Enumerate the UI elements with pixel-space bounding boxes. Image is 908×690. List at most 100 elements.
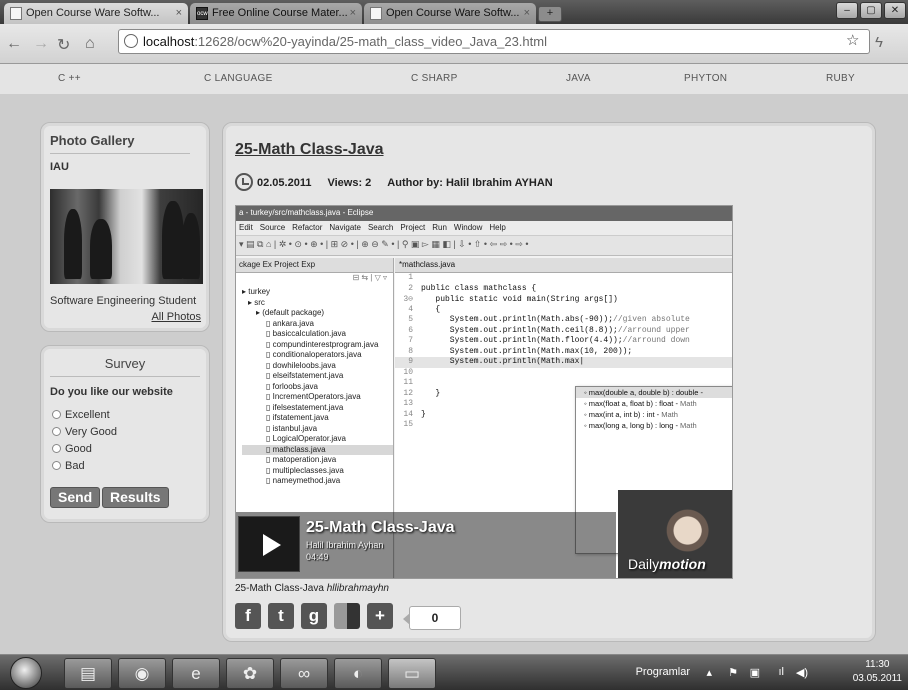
maximize-button[interactable]: ▢ [860, 2, 882, 19]
code-line: 10 [395, 368, 732, 379]
assist-suggestion[interactable]: ◦ max(double a, double b) : double - [576, 387, 732, 398]
file-tree-item: ▯ ifelsestatement.java [266, 402, 344, 412]
line-number: 3⊖ [403, 295, 413, 304]
url-path: :12628/ocw%20-yayinda/25-math_class_vide… [194, 34, 547, 49]
back-arrow-icon[interactable]: ← [6, 35, 22, 53]
windows-taskbar: ▤ ◉ e ✿ ∞ ◐ ▭ Programlar ▴ ⚑ ▣ ıl ◀) 11:… [0, 654, 908, 690]
video-author-link[interactable]: hllibrahmayhn [327, 583, 389, 594]
close-icon[interactable]: × [524, 7, 530, 19]
chrome-icon[interactable]: ◉ [118, 658, 166, 689]
close-icon[interactable]: × [350, 7, 356, 19]
ide-menu-item: Help [489, 223, 506, 232]
flag-icon[interactable]: ⚑ [728, 666, 738, 679]
browser-tab[interactable]: Open Course Ware Softw... × [364, 3, 536, 24]
nav-link-phyton[interactable]: PHYTON [684, 73, 727, 84]
code-line: 1 [395, 273, 732, 284]
file-tree-item: ▯ conditionaloperators.java [266, 350, 362, 359]
delicious-icon[interactable] [334, 603, 360, 629]
radio-button[interactable] [52, 444, 61, 453]
article-title[interactable]: 25-Math Class-Java [235, 141, 384, 159]
radio-button[interactable] [52, 427, 61, 436]
volume-icon[interactable]: ◀) [796, 666, 808, 679]
extension-icon[interactable]: ϟ [875, 34, 883, 51]
results-button[interactable]: Results [102, 487, 169, 508]
all-photos-link[interactable]: All Photos [151, 311, 201, 323]
ide-title-bar: a - turkey/src/mathclass.java - Eclipse [236, 206, 732, 221]
nav-link-ruby[interactable]: RUBY [826, 73, 855, 84]
gallery-photo[interactable] [50, 189, 203, 284]
twitter-icon[interactable]: t [268, 603, 294, 629]
chevron-up-icon[interactable]: ▴ [706, 666, 712, 679]
network-icon[interactable]: ıl [779, 666, 785, 678]
gallery-subtitle: IAU [50, 161, 69, 173]
code-text: public class mathclass { [421, 283, 537, 293]
play-icon[interactable] [238, 516, 300, 572]
file-tree-item: ▯ ankara.java [266, 318, 314, 328]
video-link[interactable]: 25-Math Class-Java [235, 583, 324, 594]
messenger-icon[interactable]: ✿ [226, 658, 274, 689]
file-tree-item: ▯ ifstatement.java [266, 413, 329, 422]
visual-studio-icon[interactable]: ∞ [280, 658, 328, 689]
code-text: System.out.println(Math.max(10, 200)); [421, 346, 633, 356]
file-tree-item: ▯ dowhileloobs.java [266, 360, 336, 370]
assist-suggestion[interactable]: ◦ max(int a, int b) : int - Math [576, 409, 732, 420]
video-overlay-title[interactable]: 25-Math Class-Java [306, 519, 455, 537]
address-bar[interactable]: localhost:12628/ocw%20-yayinda/25-math_c… [118, 29, 870, 54]
nav-link-java[interactable]: JAVA [566, 73, 591, 84]
survey-option[interactable]: Good [52, 443, 92, 455]
ide-menu-item: Source [259, 223, 286, 232]
google-plus-icon[interactable]: g [301, 603, 327, 629]
eclipse-icon[interactable]: ◐ [334, 658, 382, 689]
new-tab-button[interactable]: + [538, 6, 562, 22]
radio-button[interactable] [52, 461, 61, 470]
brand-text-bold: motion [659, 556, 706, 572]
editor-tab: *mathclass.java [395, 258, 732, 273]
dailymotion-logo[interactable]: Dailymotion [628, 556, 706, 572]
survey-option[interactable]: Excellent [52, 409, 110, 421]
nav-link-cpp[interactable]: C ++ [58, 73, 81, 84]
line-number: 8 [408, 346, 413, 356]
browser-tab[interactable]: Open Course Ware Softw... × [4, 3, 188, 24]
assist-suggestion[interactable]: ◦ max(long a, long b) : long - Math [576, 420, 732, 431]
survey-option[interactable]: Very Good [52, 426, 117, 438]
home-icon[interactable]: ⌂ [85, 35, 95, 53]
facebook-icon[interactable]: f [235, 603, 261, 629]
line-number: 14 [403, 409, 413, 419]
code-comment: //arround upper [617, 325, 690, 335]
reload-icon[interactable]: ↻ [57, 35, 70, 55]
code-line: 7 System.out.println(Math.floor(4.4));//… [395, 336, 732, 347]
device-icon[interactable]: ▣ [750, 666, 760, 679]
survey-option[interactable]: Bad [52, 460, 85, 472]
line-number: 5 [408, 315, 413, 324]
file-tree-item: ▯ matoperation.java [266, 455, 337, 464]
line-number: 11 [403, 378, 413, 387]
window-preview-icon[interactable]: ▭ [388, 658, 436, 689]
internet-explorer-icon[interactable]: e [172, 658, 220, 689]
browser-tab[interactable]: ocw Free Online Course Mater... × [190, 3, 362, 24]
explorer-icon[interactable]: ▤ [64, 658, 112, 689]
code-text: System.out.println(Math.floor(4.4)); [421, 336, 623, 345]
file-tree-item: ▯ LogicalOperator.java [266, 434, 347, 443]
code-text: { [421, 304, 441, 314]
radio-button[interactable] [52, 410, 61, 419]
minimize-button[interactable]: – [836, 2, 858, 19]
article-panel: 25-Math Class-Java 02.05.2011 Views: 2 Aut… [222, 122, 876, 642]
share-count: 0 [403, 606, 461, 630]
share-plus-icon[interactable]: + [367, 603, 393, 629]
tab-label: Free Online Course Mater... [212, 7, 348, 19]
taskbar-clock[interactable]: 11:30 03.05.2011 [853, 658, 902, 686]
programs-toolbar[interactable]: Programlar [636, 666, 690, 678]
ide-menu-item: Window [453, 223, 483, 232]
send-button[interactable]: Send [50, 487, 101, 508]
bookmark-star-icon[interactable]: ☆ [846, 31, 859, 49]
close-icon[interactable]: × [176, 7, 182, 19]
code-line: 2 public class mathclass { [395, 283, 732, 295]
forward-arrow-icon[interactable]: → [33, 35, 49, 53]
start-button[interactable] [10, 657, 42, 689]
video-player[interactable]: a - turkey/src/mathclass.java - Eclipse … [235, 205, 733, 579]
nav-link-c-language[interactable]: C LANGUAGE [204, 73, 273, 84]
assist-suggestion[interactable]: ◦ max(float a, float b) : float - Math [576, 398, 732, 409]
close-window-button[interactable]: ✕ [884, 2, 906, 19]
nav-link-c-sharp[interactable]: C SHARP [411, 73, 458, 84]
ide-menu-item: Navigate [329, 223, 361, 232]
